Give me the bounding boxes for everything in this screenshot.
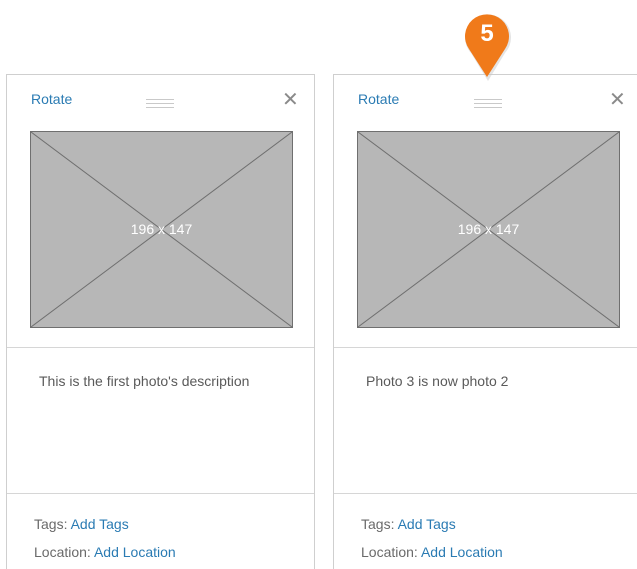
divider (334, 493, 637, 494)
image-dimensions-label: 196 x 147 (130, 221, 193, 237)
step-marker: 5 (462, 11, 512, 81)
location-row: Location: Add Location (34, 544, 176, 560)
drag-handle-icon[interactable] (146, 99, 174, 108)
photo-description[interactable]: This is the first photo's description (39, 373, 249, 389)
step-number: 5 (480, 20, 494, 47)
close-icon[interactable]: ✕ (282, 89, 299, 109)
photo-description[interactable]: Photo 3 is now photo 2 (366, 373, 508, 389)
drag-handle-icon[interactable] (474, 99, 502, 108)
tags-label: Tags: (34, 516, 68, 532)
rotate-link[interactable]: Rotate (358, 91, 399, 107)
photo-card-2: Rotate ✕ 196 x 147 Photo 3 is now photo … (333, 74, 637, 569)
location-label: Location: (361, 544, 418, 560)
add-location-link[interactable]: Add Location (94, 544, 176, 560)
add-tags-link[interactable]: Add Tags (398, 516, 456, 532)
divider (7, 493, 314, 494)
rotate-link[interactable]: Rotate (31, 91, 72, 107)
add-location-link[interactable]: Add Location (421, 544, 503, 560)
photo-editor-stage: Rotate ✕ 196 x 147 This is the first pho… (0, 0, 637, 569)
close-icon[interactable]: ✕ (609, 89, 626, 109)
image-placeholder: 196 x 147 (30, 131, 293, 328)
divider (334, 347, 637, 348)
location-label: Location: (34, 544, 91, 560)
divider (7, 347, 314, 348)
add-tags-link[interactable]: Add Tags (71, 516, 129, 532)
image-placeholder: 196 x 147 (357, 131, 620, 328)
tags-row: Tags: Add Tags (361, 516, 456, 532)
photo-card-1: Rotate ✕ 196 x 147 This is the first pho… (6, 74, 315, 569)
location-row: Location: Add Location (361, 544, 503, 560)
image-dimensions-label: 196 x 147 (457, 221, 520, 237)
tags-row: Tags: Add Tags (34, 516, 129, 532)
tags-label: Tags: (361, 516, 395, 532)
